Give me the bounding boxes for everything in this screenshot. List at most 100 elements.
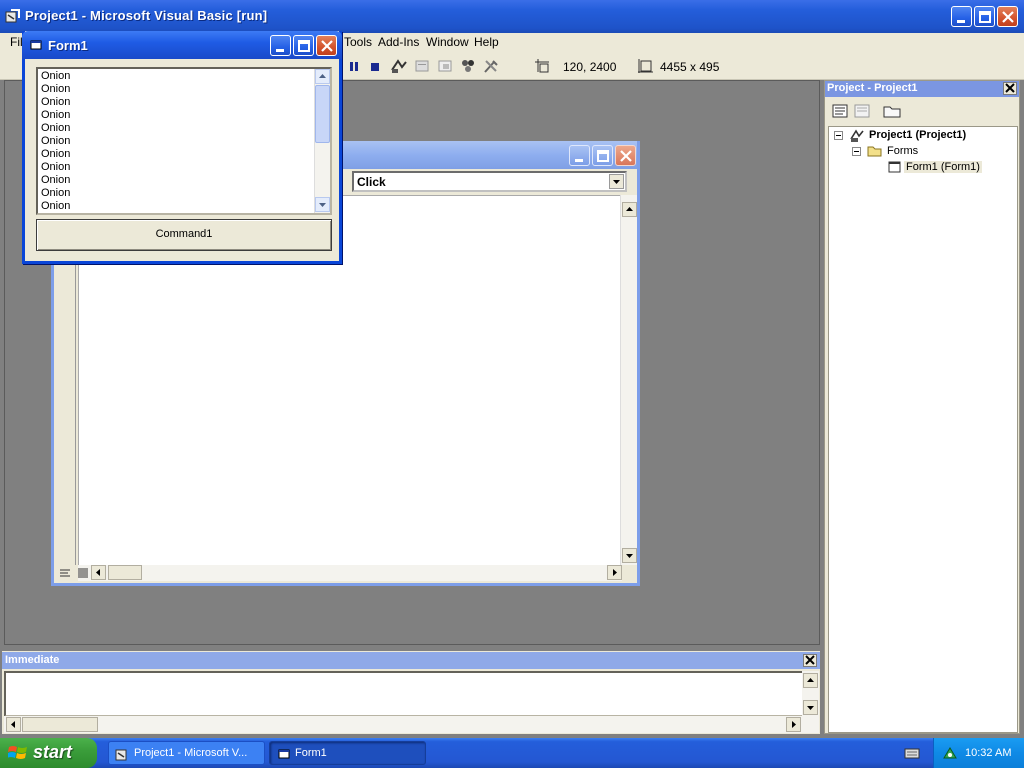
view-object-icon[interactable]: [853, 103, 871, 119]
code-vertical-scrollbar[interactable]: [620, 195, 637, 565]
list-box[interactable]: Onion Onion Onion Onion Onion Onion Onio…: [36, 67, 332, 215]
list-item[interactable]: Onion: [41, 109, 70, 122]
close-icon[interactable]: [803, 654, 817, 667]
list-item[interactable]: Onion: [41, 161, 70, 174]
list-item[interactable]: Onion: [41, 148, 70, 161]
form1-minimize-button[interactable]: [270, 35, 291, 56]
menu-tools[interactable]: Tools: [344, 35, 372, 49]
scroll-left-icon[interactable]: [91, 565, 106, 580]
network-icon[interactable]: [942, 745, 958, 761]
clock: 10:32 AM: [965, 747, 1012, 759]
scroll-down-icon[interactable]: [622, 548, 637, 563]
ide-minimize-button[interactable]: [951, 6, 972, 27]
list-item[interactable]: Onion: [41, 187, 70, 200]
size-readout: 4455 x 495: [660, 60, 720, 74]
scroll-up-icon[interactable]: [803, 673, 818, 688]
project-explorer-icon[interactable]: [390, 58, 408, 74]
list-item[interactable]: Onion: [41, 174, 70, 187]
menu-addins[interactable]: Add-Ins: [378, 35, 419, 49]
scroll-thumb[interactable]: [108, 565, 142, 580]
list-item[interactable]: Onion: [41, 83, 70, 96]
list-item[interactable]: Onion: [41, 200, 70, 213]
taskbar-button-vb[interactable]: Project1 - Microsoft V...: [108, 741, 265, 765]
code-close-button[interactable]: [615, 145, 636, 166]
project-icon: [850, 129, 864, 142]
position-readout: 120, 2400: [563, 60, 617, 74]
code-maximize-button[interactable]: [592, 145, 613, 166]
immediate-horizontal-scrollbar[interactable]: [4, 716, 802, 733]
vb-app-icon: [115, 749, 127, 761]
toggle-folders-icon[interactable]: [882, 102, 902, 120]
taskbar-button-form1[interactable]: Form1: [269, 741, 426, 765]
menu-file[interactable]: Fil: [10, 35, 23, 49]
tree-form1-item[interactable]: Form1 (Form1): [904, 161, 982, 173]
procedure-dropdown-value: Click: [357, 175, 386, 189]
procedure-view-icon[interactable]: [58, 567, 72, 579]
immediate-titlebar[interactable]: Immediate: [2, 652, 820, 669]
taskbar: start Project1 - Microsoft V... Form1: [0, 738, 1024, 768]
end-icon[interactable]: [366, 58, 384, 74]
taskbar-button-form1-label: Form1: [295, 747, 327, 759]
form-icon: [888, 161, 901, 173]
project-explorer-titlebar[interactable]: Project - Project1: [825, 81, 1019, 97]
menu-help[interactable]: Help: [474, 35, 499, 49]
close-icon[interactable]: [1003, 82, 1017, 95]
list-item[interactable]: Onion: [41, 70, 70, 83]
properties-window-icon[interactable]: [413, 58, 431, 74]
form1-maximize-button[interactable]: [293, 35, 314, 56]
toolbox-icon[interactable]: [482, 58, 500, 74]
list-vertical-scrollbar[interactable]: [314, 69, 330, 213]
scroll-thumb[interactable]: [22, 717, 98, 732]
scroll-left-icon[interactable]: [6, 717, 21, 732]
project-tree[interactable]: Project1 (Project1) Forms Form1 (Form1): [828, 126, 1018, 733]
ide-title: Project1 - Microsoft Visual Basic [run]: [25, 8, 268, 23]
break-icon[interactable]: [345, 58, 363, 74]
scroll-up-icon[interactable]: [315, 69, 330, 84]
position-icon: [535, 59, 549, 73]
scroll-up-icon[interactable]: [622, 202, 637, 217]
tree-forms-folder[interactable]: Forms: [887, 145, 918, 157]
object-browser-icon[interactable]: [459, 58, 477, 74]
code-minimize-button[interactable]: [569, 145, 590, 166]
start-label: start: [33, 742, 73, 762]
form-icon[interactable]: [30, 39, 42, 51]
scroll-right-icon[interactable]: [786, 717, 801, 732]
scroll-down-icon[interactable]: [803, 700, 818, 715]
scroll-thumb[interactable]: [315, 85, 330, 143]
collapse-icon[interactable]: [834, 131, 843, 140]
vb-app-icon[interactable]: [5, 8, 21, 24]
list-item[interactable]: Onion: [41, 122, 70, 135]
list-item[interactable]: Onion: [41, 96, 70, 109]
project-explorer-title: Project - Project1: [827, 82, 918, 94]
command1-button[interactable]: Command1: [36, 219, 332, 251]
form-layout-icon[interactable]: [436, 58, 454, 74]
chevron-down-icon[interactable]: [609, 174, 624, 189]
ide-titlebar: Project1 - Microsoft Visual Basic [run]: [0, 0, 1024, 33]
form1-window[interactable]: Form1 Onion Onion Onion Onion Onion Onio…: [22, 31, 342, 264]
start-button[interactable]: start: [0, 738, 97, 768]
ide-close-button[interactable]: [997, 6, 1018, 27]
list-item[interactable]: Onion: [41, 135, 70, 148]
immediate-input[interactable]: [4, 671, 804, 717]
scroll-down-icon[interactable]: [315, 197, 330, 212]
collapse-icon[interactable]: [852, 147, 861, 156]
menu-window[interactable]: Window: [426, 35, 469, 49]
keyboard-icon[interactable]: [904, 746, 920, 760]
immediate-panel: Immediate: [2, 651, 820, 734]
command1-label: Command1: [155, 228, 213, 240]
folder-open-icon: [867, 146, 882, 157]
immediate-title: Immediate: [5, 654, 60, 666]
tree-project-label[interactable]: Project1 (Project1): [869, 129, 966, 141]
ide-maximize-button[interactable]: [974, 6, 995, 27]
full-module-view-icon[interactable]: [76, 567, 90, 579]
form1-close-button[interactable]: [316, 35, 337, 56]
view-code-icon[interactable]: [831, 103, 849, 119]
windows-logo-icon: [8, 746, 27, 759]
form-icon: [278, 749, 290, 759]
code-horizontal-scrollbar[interactable]: [78, 565, 622, 581]
project-explorer-panel: Project - Project1 Project1 (Project1) F…: [824, 80, 1020, 734]
procedure-dropdown[interactable]: Click: [352, 171, 627, 192]
form1-titlebar[interactable]: Form1: [22, 31, 342, 59]
immediate-vertical-scrollbar[interactable]: [802, 671, 819, 733]
scroll-right-icon[interactable]: [607, 565, 622, 580]
